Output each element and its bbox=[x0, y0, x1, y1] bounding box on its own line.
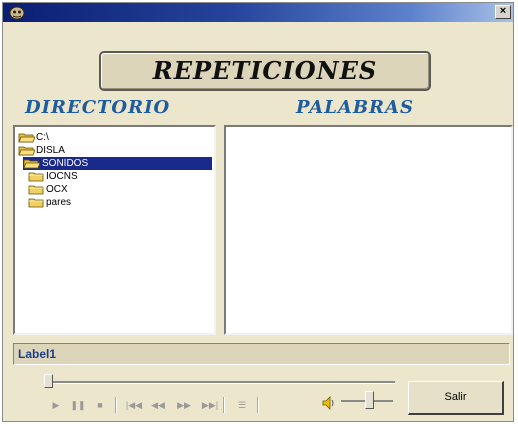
fast-forward-button[interactable]: ▶▶ bbox=[175, 398, 193, 412]
volume-slider[interactable] bbox=[365, 391, 375, 409]
seek-slider[interactable] bbox=[44, 374, 53, 388]
tree-item-label: SONIDOS bbox=[41, 158, 91, 169]
rewind-button[interactable]: ◀◀ bbox=[149, 398, 167, 412]
page-title: REPETICIONES bbox=[152, 56, 378, 85]
open-folder-icon bbox=[18, 145, 36, 156]
previous-mark-button[interactable]: |◀◀ bbox=[125, 398, 143, 412]
toolbar-separator bbox=[115, 397, 117, 413]
seek-track bbox=[45, 381, 395, 384]
stop-button[interactable]: ■ bbox=[91, 398, 109, 412]
close-button[interactable]: × bbox=[495, 5, 511, 19]
folder-icon bbox=[28, 184, 46, 195]
tree-item-label: C:\ bbox=[36, 132, 49, 143]
playlist-button[interactable]: ☰ bbox=[233, 398, 251, 412]
directory-label: DIRECTORIO bbox=[25, 97, 171, 118]
app-window: × REPETICIONES DIRECTORIO PALABRAS C:\ DI… bbox=[2, 2, 514, 422]
tree-item-label: IOCNS bbox=[46, 171, 78, 182]
words-label: PALABRAS bbox=[296, 97, 414, 118]
volume-icon[interactable] bbox=[321, 395, 337, 411]
tree-item-label: pares bbox=[46, 197, 72, 208]
tree-item[interactable]: DISLA bbox=[18, 144, 65, 157]
exit-button[interactable]: Salir bbox=[408, 381, 504, 415]
folder-icon bbox=[28, 171, 46, 182]
pause-button[interactable]: ❚❚ bbox=[69, 398, 87, 412]
tree-item[interactable]: C:\ bbox=[18, 131, 49, 144]
tree-item[interactable]: IOCNS bbox=[28, 170, 78, 183]
media-player: ▶ ❚❚ ■ |◀◀ ◀◀ ▶▶ ▶▶| ☰ bbox=[35, 369, 397, 419]
open-folder-icon bbox=[23, 158, 41, 169]
folder-icon bbox=[28, 197, 46, 208]
play-button[interactable]: ▶ bbox=[47, 398, 65, 412]
tree-item[interactable]: SONIDOS bbox=[23, 157, 212, 170]
toolbar-separator bbox=[257, 397, 259, 413]
directory-tree[interactable]: C:\ DISLA SONIDOS IOCNS OCX pares bbox=[13, 125, 216, 335]
app-icon bbox=[9, 6, 25, 20]
next-mark-button[interactable]: ▶▶| bbox=[201, 398, 219, 412]
status-label: Label1 bbox=[13, 343, 510, 365]
heading-box: REPETICIONES bbox=[99, 51, 431, 91]
tree-item[interactable]: pares bbox=[28, 196, 71, 209]
toolbar-separator bbox=[223, 397, 225, 413]
title-bar: × bbox=[3, 3, 513, 22]
tree-item[interactable]: OCX bbox=[28, 183, 68, 196]
open-folder-icon bbox=[18, 132, 36, 143]
tree-item-label: DISLA bbox=[36, 145, 65, 156]
tree-item-label: OCX bbox=[46, 184, 68, 195]
words-list[interactable] bbox=[224, 125, 513, 335]
